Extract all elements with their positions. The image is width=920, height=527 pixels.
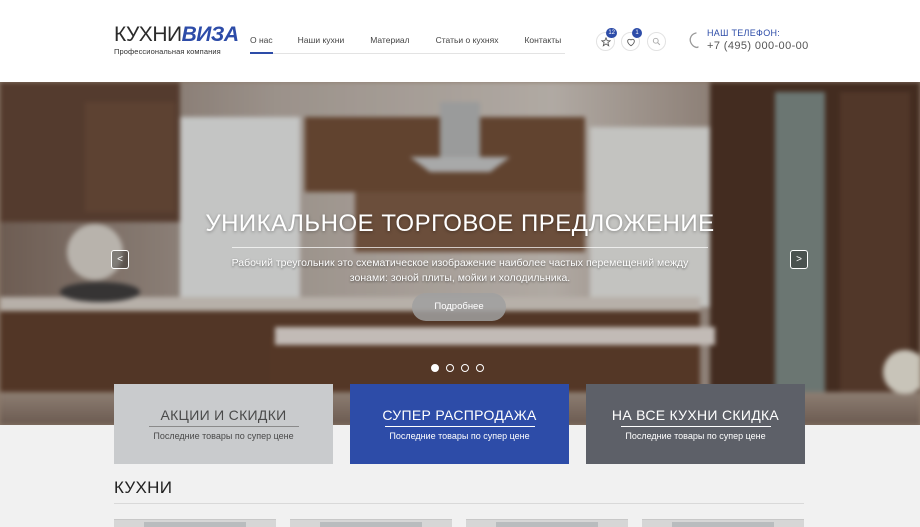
slider-dot-1[interactable] bbox=[431, 364, 439, 372]
star-icon bbox=[600, 36, 611, 47]
search-button[interactable] bbox=[647, 32, 666, 51]
phone-icon bbox=[689, 32, 699, 49]
section-title: КУХНИ bbox=[114, 478, 173, 497]
nav-item-kitchens[interactable]: Наши кухни bbox=[298, 26, 345, 53]
nav-item-about[interactable]: О нас bbox=[250, 26, 273, 54]
slider-next-button[interactable]: > bbox=[790, 250, 808, 269]
phone-number[interactable]: +7 (495) 000-00-00 bbox=[707, 40, 809, 52]
promo-title: СУПЕР РАСПРОДАЖА bbox=[382, 407, 537, 423]
promo-subtitle: Последние товары по супер цене bbox=[153, 431, 294, 441]
hero-description: Рабочий треугольник это схематическое из… bbox=[231, 257, 689, 284]
promo-subtitle: Последние товары по супер цене bbox=[625, 431, 766, 441]
promo-card-discounts[interactable]: АКЦИИ И СКИДКИ Последние товары по супер… bbox=[114, 384, 333, 464]
kitchen-card-4[interactable] bbox=[642, 519, 804, 527]
kitchen-card-2[interactable] bbox=[290, 519, 452, 527]
chevron-left-icon: < bbox=[117, 254, 123, 265]
favorites-count-badge: 12 bbox=[606, 28, 617, 38]
logo[interactable]: КУХНИВИЗА Профессиональная компания bbox=[114, 23, 239, 57]
hero-title: УНИКАЛЬНОЕ ТОРГОВОЕ ПРЕДЛОЖЕНИЕ bbox=[205, 210, 715, 237]
promo-title: АКЦИИ И СКИДКИ bbox=[160, 407, 287, 423]
hero-more-button[interactable]: Подробнее bbox=[412, 293, 506, 321]
promo-title: НА ВСЕ КУХНИ СКИДКА bbox=[611, 407, 780, 423]
hero-divider bbox=[232, 247, 708, 248]
main-nav: О нас Наши кухни Материал Статьи о кухня… bbox=[250, 26, 565, 54]
section-divider bbox=[114, 503, 804, 504]
hero-background-image bbox=[0, 82, 920, 425]
promo-divider bbox=[620, 426, 771, 427]
slider-pagination bbox=[431, 364, 484, 372]
promo-divider bbox=[384, 426, 535, 427]
kitchen-card-1[interactable] bbox=[114, 519, 276, 527]
phone-label: НАШ ТЕЛЕФОН: bbox=[707, 28, 781, 38]
slider-dot-4[interactable] bbox=[476, 364, 484, 372]
nav-item-material[interactable]: Материал bbox=[370, 26, 409, 53]
kitchen-card-3[interactable] bbox=[466, 519, 628, 527]
promo-card-super-sale[interactable]: СУПЕР РАСПРОДАЖА Последние товары по суп… bbox=[350, 384, 569, 464]
nav-item-contacts[interactable]: Контакты bbox=[524, 26, 561, 53]
wishlist-button[interactable]: 1 bbox=[621, 28, 642, 51]
slider-prev-button[interactable]: < bbox=[111, 250, 129, 269]
slider-dot-2[interactable] bbox=[446, 364, 454, 372]
logo-tagline: Профессиональная компания bbox=[114, 47, 221, 56]
search-icon bbox=[652, 37, 661, 46]
chevron-right-icon: > bbox=[796, 254, 802, 265]
site-header: КУХНИВИЗА Профессиональная компания О на… bbox=[0, 0, 920, 82]
promo-divider bbox=[148, 426, 299, 427]
promo-subtitle: Последние товары по супер цене bbox=[389, 431, 530, 441]
logo-text-part1: КУХНИ bbox=[114, 23, 182, 46]
slider-dot-3[interactable] bbox=[461, 364, 469, 372]
wishlist-count-badge: 1 bbox=[632, 28, 642, 38]
nav-item-articles[interactable]: Статьи о кухнях bbox=[436, 26, 499, 53]
favorites-button[interactable]: 12 bbox=[596, 28, 617, 51]
logo-text-part2: ВИЗА bbox=[181, 23, 239, 46]
hero-slider: УНИКАЛЬНОЕ ТОРГОВОЕ ПРЕДЛОЖЕНИЕ Рабочий … bbox=[0, 82, 920, 425]
promo-card-all-kitchens[interactable]: НА ВСЕ КУХНИ СКИДКА Последние товары по … bbox=[586, 384, 805, 464]
heart-icon bbox=[626, 38, 635, 46]
